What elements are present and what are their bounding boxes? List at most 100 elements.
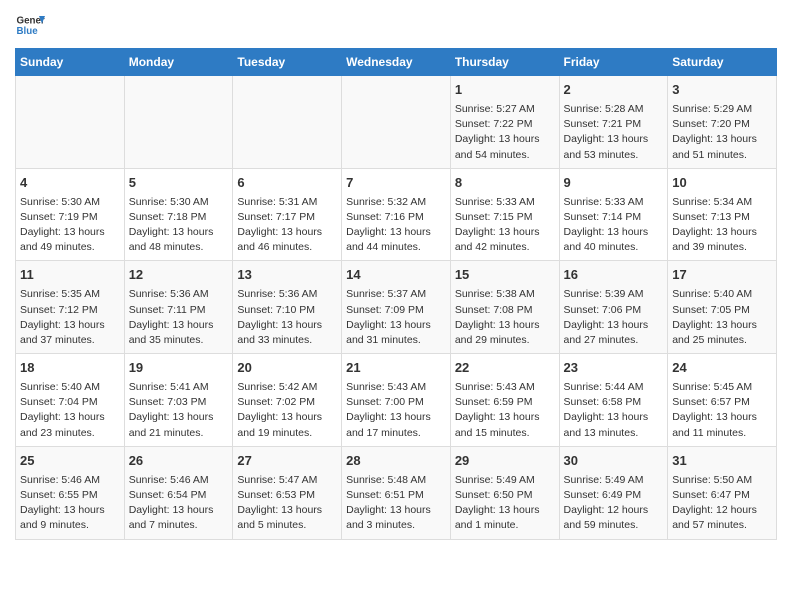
day-info: Daylight: 13 hours and 49 minutes. [20,225,120,255]
calendar-cell [124,76,233,169]
day-number: 2 [564,81,664,100]
day-info: Sunset: 6:55 PM [20,488,120,503]
day-info: Sunset: 7:15 PM [455,210,555,225]
day-number: 28 [346,452,446,471]
week-row-4: 18Sunrise: 5:40 AMSunset: 7:04 PMDayligh… [16,354,777,447]
day-number: 27 [237,452,337,471]
day-number: 5 [129,174,229,193]
day-info: Sunrise: 5:49 AM [455,473,555,488]
day-info: Sunrise: 5:42 AM [237,380,337,395]
day-info: Sunset: 6:57 PM [672,395,772,410]
calendar-cell: 1 Sunrise: 5:27 AMSunset: 7:22 PMDaylight… [450,76,559,169]
day-info: Daylight: 13 hours and 17 minutes. [346,410,446,440]
day-number: 9 [564,174,664,193]
calendar-cell: 4Sunrise: 5:30 AMSunset: 7:19 PMDaylight… [16,168,125,261]
day-info: Sunrise: 5:39 AM [564,287,664,302]
day-info: Sunset: 7:10 PM [237,303,337,318]
day-header-wednesday: Wednesday [342,49,451,76]
day-info: Sunrise: 5:46 AM [20,473,120,488]
day-info: Sunset: 7:04 PM [20,395,120,410]
day-info: Daylight: 13 hours and 53 minutes. [564,132,664,162]
day-info: Sunrise: 5:46 AM [129,473,229,488]
day-info: Daylight: 12 hours and 59 minutes. [564,503,664,533]
day-number: 8 [455,174,555,193]
calendar-cell: 26Sunrise: 5:46 AMSunset: 6:54 PMDayligh… [124,446,233,539]
day-number: 10 [672,174,772,193]
day-info: Sunrise: 5:40 AM [672,287,772,302]
calendar-cell: 21Sunrise: 5:43 AMSunset: 7:00 PMDayligh… [342,354,451,447]
calendar-table: SundayMondayTuesdayWednesdayThursdayFrid… [15,48,777,540]
day-info: Sunset: 7:22 PM [455,117,555,132]
day-number: 3 [672,81,772,100]
day-info: Sunset: 6:58 PM [564,395,664,410]
day-info: Sunset: 7:19 PM [20,210,120,225]
day-number: 14 [346,266,446,285]
calendar-cell: 19Sunrise: 5:41 AMSunset: 7:03 PMDayligh… [124,354,233,447]
day-info: Daylight: 13 hours and 46 minutes. [237,225,337,255]
calendar-cell: 31Sunrise: 5:50 AMSunset: 6:47 PMDayligh… [668,446,777,539]
day-number: 20 [237,359,337,378]
day-info: Daylight: 13 hours and 3 minutes. [346,503,446,533]
day-info: Sunset: 7:17 PM [237,210,337,225]
day-info: Daylight: 13 hours and 21 minutes. [129,410,229,440]
day-number: 29 [455,452,555,471]
day-info: Sunrise: 5:27 AM [455,102,555,117]
calendar-cell: 24Sunrise: 5:45 AMSunset: 6:57 PMDayligh… [668,354,777,447]
calendar-cell: 8Sunrise: 5:33 AMSunset: 7:15 PMDaylight… [450,168,559,261]
calendar-cell: 27Sunrise: 5:47 AMSunset: 6:53 PMDayligh… [233,446,342,539]
week-row-2: 4Sunrise: 5:30 AMSunset: 7:19 PMDaylight… [16,168,777,261]
day-info: Sunset: 6:50 PM [455,488,555,503]
calendar-cell: 15Sunrise: 5:38 AMSunset: 7:08 PMDayligh… [450,261,559,354]
calendar-cell: 5Sunrise: 5:30 AMSunset: 7:18 PMDaylight… [124,168,233,261]
day-info: Sunrise: 5:44 AM [564,380,664,395]
day-info: Sunrise: 5:47 AM [237,473,337,488]
day-info: Sunset: 7:16 PM [346,210,446,225]
day-number: 30 [564,452,664,471]
day-number: 18 [20,359,120,378]
day-info: Sunset: 7:14 PM [564,210,664,225]
day-info: Daylight: 13 hours and 37 minutes. [20,318,120,348]
day-info: Sunset: 7:03 PM [129,395,229,410]
calendar-cell: 18Sunrise: 5:40 AMSunset: 7:04 PMDayligh… [16,354,125,447]
day-number: 31 [672,452,772,471]
day-info: Daylight: 12 hours and 57 minutes. [672,503,772,533]
calendar-cell: 20Sunrise: 5:42 AMSunset: 7:02 PMDayligh… [233,354,342,447]
day-info: Sunrise: 5:43 AM [455,380,555,395]
day-info: Daylight: 13 hours and 48 minutes. [129,225,229,255]
calendar-cell: 9Sunrise: 5:33 AMSunset: 7:14 PMDaylight… [559,168,668,261]
day-info: Sunset: 7:09 PM [346,303,446,318]
day-number: 1 [455,81,555,100]
calendar-cell: 30Sunrise: 5:49 AMSunset: 6:49 PMDayligh… [559,446,668,539]
day-info: Sunset: 7:05 PM [672,303,772,318]
day-info: Sunrise: 5:50 AM [672,473,772,488]
day-info: Daylight: 13 hours and 11 minutes. [672,410,772,440]
day-number: 26 [129,452,229,471]
day-info: Sunset: 7:12 PM [20,303,120,318]
day-number: 25 [20,452,120,471]
day-info: Daylight: 13 hours and 29 minutes. [455,318,555,348]
day-info: Daylight: 13 hours and 13 minutes. [564,410,664,440]
day-info: Sunset: 7:13 PM [672,210,772,225]
day-info: Daylight: 13 hours and 19 minutes. [237,410,337,440]
day-header-friday: Friday [559,49,668,76]
calendar-cell: 23Sunrise: 5:44 AMSunset: 6:58 PMDayligh… [559,354,668,447]
day-number: 22 [455,359,555,378]
day-info: Sunrise: 5:36 AM [129,287,229,302]
calendar-cell: 25Sunrise: 5:46 AMSunset: 6:55 PMDayligh… [16,446,125,539]
calendar-cell: 14Sunrise: 5:37 AMSunset: 7:09 PMDayligh… [342,261,451,354]
day-info: Sunset: 7:20 PM [672,117,772,132]
day-number: 24 [672,359,772,378]
day-info: Daylight: 13 hours and 54 minutes. [455,132,555,162]
day-header-monday: Monday [124,49,233,76]
calendar-cell: 29Sunrise: 5:49 AMSunset: 6:50 PMDayligh… [450,446,559,539]
day-number: 6 [237,174,337,193]
logo: General Blue [15,10,45,40]
calendar-cell: 2Sunrise: 5:28 AMSunset: 7:21 PMDaylight… [559,76,668,169]
header-row: SundayMondayTuesdayWednesdayThursdayFrid… [16,49,777,76]
day-info: Sunrise: 5:31 AM [237,195,337,210]
calendar-cell: 13Sunrise: 5:36 AMSunset: 7:10 PMDayligh… [233,261,342,354]
day-info: Daylight: 13 hours and 31 minutes. [346,318,446,348]
day-info: Sunrise: 5:29 AM [672,102,772,117]
calendar-cell [233,76,342,169]
day-number: 19 [129,359,229,378]
